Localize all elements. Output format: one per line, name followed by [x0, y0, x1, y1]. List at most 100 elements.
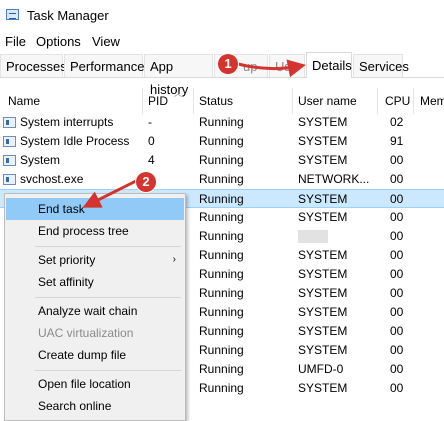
table-row[interactable]: System 4 Running SYSTEM 00	[0, 151, 444, 170]
set-priority-menu-item[interactable]: Set priority ›	[6, 249, 184, 271]
process-user: SYSTEM	[298, 115, 348, 129]
column-name[interactable]: Name	[8, 94, 40, 108]
process-pid: 0	[148, 134, 155, 148]
process-user: SYSTEM	[298, 286, 348, 300]
process-cpu: 91	[390, 134, 404, 148]
process-status: Running	[199, 305, 244, 319]
column-pid[interactable]: PID	[148, 94, 168, 108]
process-name: System interrupts	[20, 115, 114, 129]
process-user: SYSTEM	[298, 381, 348, 395]
column-cpu[interactable]: CPU	[385, 94, 410, 108]
process-user: SYSTEM	[298, 153, 348, 167]
tab-app-history[interactable]: App history	[144, 54, 213, 97]
process-status: Running	[199, 153, 244, 167]
column-divider[interactable]	[377, 88, 378, 114]
column-memory[interactable]: Mem	[420, 94, 444, 108]
process-name: svchost.exe	[20, 172, 84, 186]
process-cpu: 00	[390, 305, 404, 319]
process-user: SYSTEM	[298, 134, 348, 148]
process-name: System	[20, 153, 61, 167]
process-user: SYSTEM	[298, 267, 348, 281]
process-status: Running	[199, 172, 244, 186]
menu-file[interactable]: File	[5, 34, 26, 49]
process-status: Running	[199, 210, 244, 224]
open-file-location-menu-item[interactable]: Open file location	[6, 373, 184, 395]
process-user: SYSTEM	[298, 248, 348, 262]
process-cpu: 00	[390, 172, 404, 186]
tab-services[interactable]: Services	[353, 54, 409, 77]
process-status: Running	[199, 362, 244, 376]
redacted-user	[298, 230, 328, 243]
column-user-name[interactable]: User name	[298, 94, 357, 108]
process-pid: 4	[148, 153, 155, 167]
process-cpu: 00	[390, 343, 404, 357]
process-user: SYSTEM	[298, 305, 348, 319]
submenu-arrow-icon: ›	[172, 254, 176, 265]
title-bar: Task Manager	[0, 0, 444, 30]
create-dump-file-menu-item[interactable]: Create dump file	[6, 344, 184, 366]
menu-separator	[35, 297, 181, 298]
process-icon	[3, 117, 16, 128]
process-pid: -	[148, 115, 152, 129]
process-cpu: 00	[390, 229, 404, 243]
step-1-badge: 1	[218, 54, 238, 74]
column-divider[interactable]	[193, 88, 194, 114]
tab-processes[interactable]: Processes	[0, 54, 67, 77]
process-cpu: 00	[390, 248, 404, 262]
process-cpu: 02	[390, 115, 404, 129]
column-status[interactable]: Status	[199, 94, 233, 108]
process-cpu: 00	[390, 153, 404, 167]
process-status: Running	[199, 286, 244, 300]
process-user: SYSTEM	[298, 192, 348, 206]
tab-users[interactable]: Us	[269, 54, 305, 77]
process-cpu: 00	[390, 324, 404, 338]
process-name: System Idle Process	[20, 134, 130, 148]
set-affinity-menu-item[interactable]: Set affinity	[6, 271, 184, 293]
step-2-badge: 2	[136, 172, 156, 192]
analyze-wait-chain-menu-item[interactable]: Analyze wait chain	[6, 300, 184, 322]
window-title: Task Manager	[27, 8, 109, 23]
end-process-tree-menu-item[interactable]: End process tree	[6, 220, 184, 242]
uac-virtualization-menu-item: UAC virtualization	[38, 326, 134, 340]
process-icon	[3, 155, 16, 166]
process-cpu: 00	[390, 286, 404, 300]
context-menu: End task End process tree Set priority ›…	[4, 193, 186, 421]
column-header-row: Name ︿ PID Status User name CPU Mem	[0, 88, 444, 114]
process-user: SYSTEM	[298, 210, 348, 224]
menu-separator	[35, 246, 181, 247]
menu-separator	[35, 370, 181, 371]
process-cpu: 00	[390, 362, 404, 376]
process-status: Running	[199, 248, 244, 262]
process-status: Running	[199, 134, 244, 148]
process-status: Running	[199, 115, 244, 129]
search-online-menu-item[interactable]: Search online	[6, 395, 184, 417]
tab-details[interactable]: Details	[306, 52, 352, 78]
sort-up-icon: ︿	[174, 89, 182, 98]
column-divider[interactable]	[142, 88, 143, 114]
process-user: SYSTEM	[298, 343, 348, 357]
process-cpu: 00	[390, 192, 404, 206]
menu-options[interactable]: Options	[36, 34, 81, 49]
process-status: Running	[199, 324, 244, 338]
process-cpu: 00	[390, 267, 404, 281]
process-status: Running	[199, 267, 244, 281]
process-status: Running	[199, 192, 244, 206]
process-status: Running	[199, 343, 244, 357]
end-task-menu-item[interactable]: End task	[6, 198, 184, 220]
process-status: Running	[199, 229, 244, 243]
tab-performance[interactable]: Performance	[64, 54, 144, 77]
process-cpu: 00	[390, 381, 404, 395]
table-row[interactable]: System interrupts - Running SYSTEM 02	[0, 113, 444, 132]
process-status: Running	[199, 381, 244, 395]
process-user: UMFD-0	[298, 362, 344, 376]
column-divider[interactable]	[292, 88, 293, 114]
process-icon	[3, 136, 16, 147]
task-manager-icon	[6, 9, 19, 20]
process-cpu: 00	[390, 210, 404, 224]
menu-view[interactable]: View	[92, 34, 120, 49]
table-row[interactable]: System Idle Process 0 Running SYSTEM 91	[0, 132, 444, 151]
set-priority-label: Set priority	[38, 253, 96, 267]
table-row[interactable]: svchost.exe 0 Running NETWORK... 00	[0, 170, 444, 189]
process-user: SYSTEM	[298, 324, 348, 338]
column-divider[interactable]	[413, 88, 414, 114]
